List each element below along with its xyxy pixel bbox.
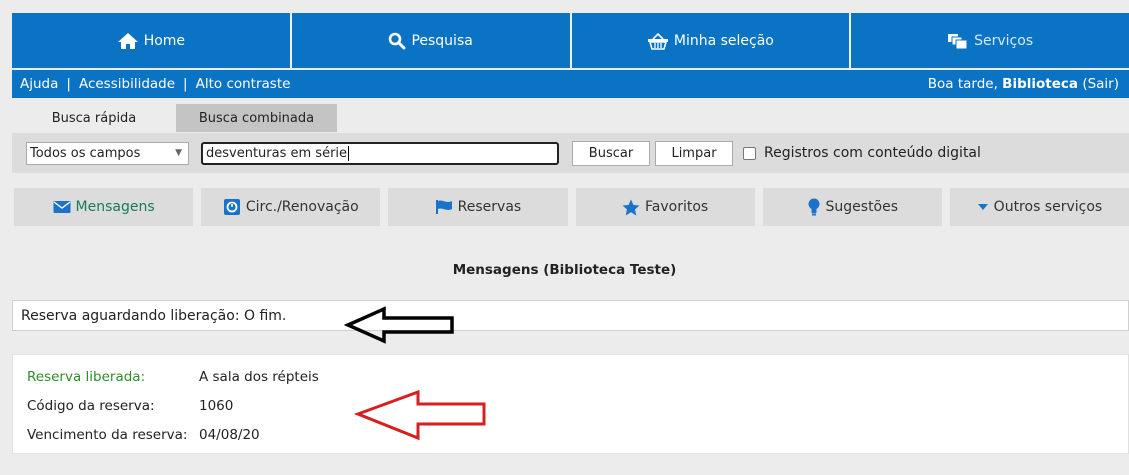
tab-servicos-label: Serviços [974, 32, 1034, 49]
field-select[interactable]: Todos os campos ▼ [26, 141, 189, 165]
separator: | [183, 76, 188, 92]
row-due: Vencimento da reserva: 04/08/20 [27, 427, 260, 443]
tab-servicos[interactable]: Serviços [851, 13, 1129, 68]
service-reservas-label: Reservas [457, 199, 522, 215]
tab-pesquisa[interactable]: Pesquisa [292, 13, 572, 68]
top-navigation: Home Pesquisa Minha seleção Serviços [12, 13, 1129, 68]
search-input[interactable]: desventuras em série [201, 141, 559, 165]
greeting-prefix: Boa tarde, [927, 76, 998, 92]
logout-link[interactable]: (Sair) [1082, 76, 1119, 92]
service-favoritos[interactable]: Favoritos [575, 188, 755, 226]
star-icon [622, 199, 640, 215]
search-tabs: Busca rápida Busca combinada [12, 104, 337, 132]
row-released: Reserva liberada: A sala dos répteis [27, 369, 319, 385]
label-released: Reserva liberada: [27, 369, 146, 385]
search-form: Todos os campos ▼ desventuras em série B… [12, 133, 1129, 173]
services-bar: Mensagens Circ./Renovação Reservas Favor… [14, 188, 1129, 226]
released-reservation-panel: Reserva liberada: A sala dos répteis Cód… [12, 354, 1129, 454]
home-icon [117, 32, 138, 49]
user-greeting: Boa tarde, Biblioteca (Sair) [928, 76, 1121, 92]
field-select-value: Todos os campos [30, 145, 141, 161]
service-sugestoes-label: Sugestões [825, 199, 899, 215]
clear-button[interactable]: Limpar [655, 140, 733, 166]
label-due: Vencimento da reserva: [27, 427, 188, 443]
link-ajuda[interactable]: Ajuda [20, 76, 58, 92]
service-reservas[interactable]: Reservas [388, 188, 568, 226]
caret-down-icon [977, 204, 988, 210]
text-cursor [348, 145, 350, 161]
search-input-value: desventuras em série [206, 145, 348, 161]
service-circulacao[interactable]: Circ./Renovação [201, 188, 381, 226]
value-due: 04/08/20 [199, 427, 260, 443]
pending-reservation-text: Reserva aguardando liberação: O fim. [21, 307, 287, 324]
tab-pesquisa-label: Pesquisa [411, 32, 473, 49]
link-acessibilidade[interactable]: Acessibilidade [79, 76, 175, 92]
service-outros[interactable]: Outros serviços [949, 188, 1129, 226]
flag-icon [435, 200, 452, 214]
tab-home[interactable]: Home [12, 13, 292, 68]
tab-home-label: Home [143, 32, 186, 49]
basket-icon [647, 32, 668, 50]
service-circulacao-label: Circ./Renovação [245, 199, 359, 215]
tab-minha-selecao[interactable]: Minha seleção [572, 13, 852, 68]
chevron-down-icon: ▼ [175, 148, 182, 158]
service-sugestoes[interactable]: Sugestões [762, 188, 942, 226]
label-code: Código da reserva: [27, 398, 155, 414]
services-icon [948, 33, 968, 49]
envelope-icon [53, 201, 71, 213]
tab-busca-rapida[interactable]: Busca rápida [12, 104, 176, 132]
black-annotation-arrow [343, 306, 454, 344]
lightbulb-icon [808, 198, 820, 216]
digital-content-label: Registros com conteúdo digital [764, 145, 981, 161]
value-released: A sala dos répteis [199, 369, 319, 385]
service-mensagens-label: Mensagens [75, 199, 155, 215]
service-outros-label: Outros serviços [993, 199, 1103, 215]
tab-busca-combinada[interactable]: Busca combinada [176, 104, 337, 132]
service-favoritos-label: Favoritos [645, 199, 709, 215]
service-mensagens[interactable]: Mensagens [14, 188, 194, 226]
digital-content-checkbox[interactable] [743, 146, 756, 160]
pending-reservation-message: Reserva aguardando liberação: O fim. [12, 300, 1129, 331]
value-code: 1060 [199, 398, 234, 414]
separator: | [66, 76, 71, 92]
utility-bar: Ajuda | Acessibilidade | Alto contraste … [12, 70, 1129, 98]
search-icon [389, 32, 406, 49]
circulation-icon [223, 199, 240, 215]
link-alto-contraste[interactable]: Alto contraste [196, 76, 291, 92]
user-name: Biblioteca [1002, 76, 1079, 92]
tab-minha-selecao-label: Minha seleção [673, 32, 774, 49]
row-code: Código da reserva: 1060 [27, 398, 233, 414]
red-annotation-arrow [353, 389, 486, 441]
search-button[interactable]: Buscar [572, 140, 650, 166]
page-title: Mensagens (Biblioteca Teste) [452, 262, 677, 278]
